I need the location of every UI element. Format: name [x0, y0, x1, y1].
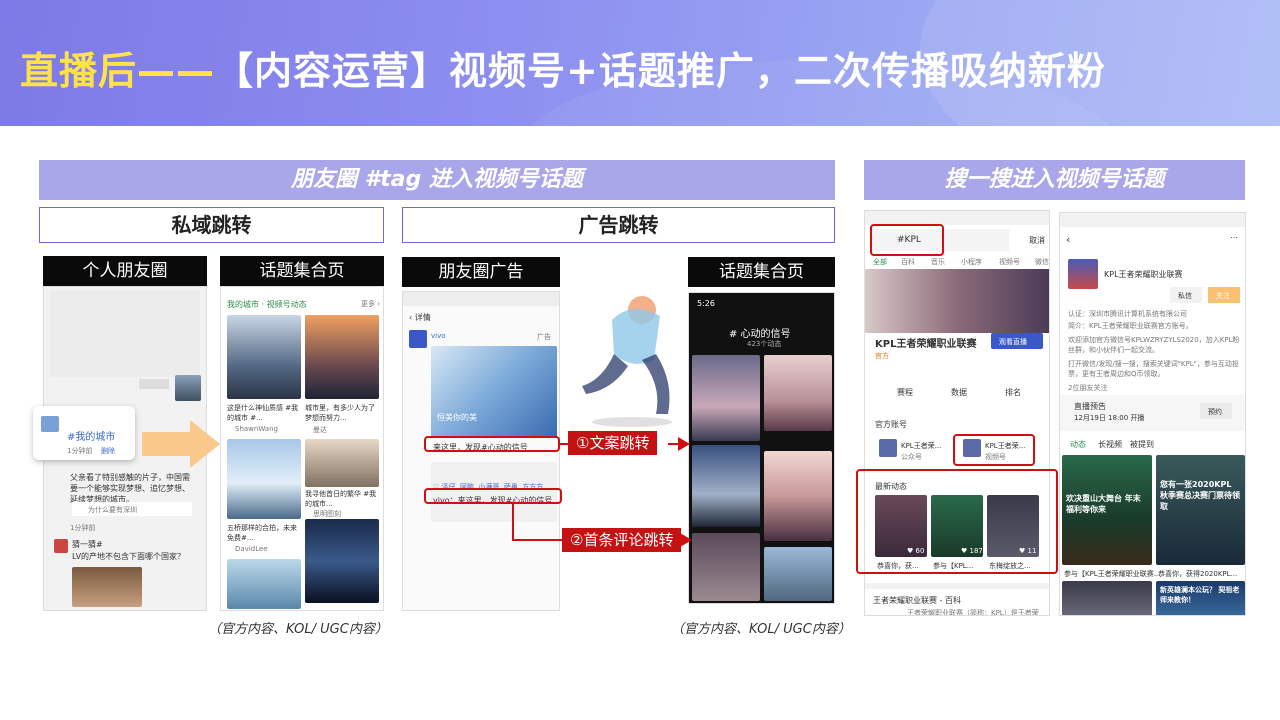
comment-jump-label: ②首条评论跳转 — [562, 528, 682, 552]
tab-miniprogram[interactable]: 小程序 — [961, 257, 982, 267]
reserve-button[interactable]: 预约 — [1200, 403, 1232, 419]
kpl-title: KPL王者荣耀职业联赛 — [875, 339, 977, 350]
arrow-right-icon — [142, 420, 220, 468]
kpl-banner-image[interactable] — [865, 269, 1049, 333]
avatar — [54, 539, 68, 553]
channels-account-highlight — [953, 434, 1035, 466]
caption-right: （官方内容、KOL/ UGC内容） — [671, 622, 851, 637]
tab-long-video[interactable]: 长视频 — [1098, 439, 1122, 450]
label-moments-ad: 朋友圈广告 — [402, 257, 560, 287]
video-thumb-3[interactable] — [227, 439, 301, 519]
brand-avatar — [409, 330, 427, 348]
video-thumb-e[interactable] — [692, 533, 760, 601]
topic-collection-screenshot-1: 我的城市 · 视频号动态 更多 › 这是什么神仙质感 #我的城市 #... 城市… — [220, 286, 384, 611]
caption-left: （官方内容、KOL/ UGC内容） — [208, 622, 388, 637]
topic-tag-link[interactable]: #我的城市 — [67, 428, 115, 443]
back-button[interactable]: ‹ — [1066, 233, 1070, 246]
video-thumb-4[interactable] — [305, 439, 379, 487]
video-thumb-c[interactable] — [692, 445, 760, 527]
tab-music[interactable]: 音乐 — [931, 257, 945, 267]
label-topic-collection-1: 话题集合页 — [220, 256, 384, 286]
video-thumb-1[interactable] — [227, 315, 301, 399]
search-highlight — [870, 224, 944, 256]
label-personal-moments: 个人朋友圈 — [43, 256, 207, 286]
kpl-logo-icon — [1068, 259, 1098, 289]
topic-collection-screenshot-2: 5:26 # 心动的信号 423个动态 — [688, 292, 835, 604]
message-button[interactable]: 私信 — [1170, 287, 1202, 303]
ad-jump-box: 广告跳转 — [402, 207, 835, 243]
moments-post-image — [72, 567, 142, 607]
title-highlight: 直播后—— — [20, 49, 216, 93]
copy-jump-label: ①文案跳转 — [568, 431, 658, 455]
tab-all[interactable]: 全部 — [873, 257, 887, 267]
search-section-bar: 搜一搜进入视频号话题 — [864, 160, 1245, 200]
moments-image-area — [50, 291, 200, 377]
post-thumb-3[interactable] — [1062, 581, 1152, 615]
arrow-right-icon — [680, 533, 692, 547]
tab-posts[interactable]: 动态 — [1070, 439, 1086, 450]
video-thumb-6[interactable] — [227, 559, 301, 609]
latest-videos-highlight — [856, 469, 1058, 574]
ranking-button[interactable]: 排名 — [1005, 387, 1021, 398]
video-thumb-2[interactable] — [305, 315, 379, 399]
video-thumb-a[interactable] — [692, 355, 760, 441]
moments-link-card[interactable]: 为什么要有深圳 — [72, 502, 192, 516]
moments-thumb — [175, 375, 201, 401]
video-thumb-5[interactable] — [305, 519, 379, 603]
wiki-result[interactable]: 王者荣耀职业联赛 - 百科 — [873, 595, 961, 606]
watch-live-button[interactable]: 观看直播 — [991, 333, 1043, 349]
tab-mentioned[interactable]: 被提到 — [1130, 439, 1154, 450]
tab-channels[interactable]: 视频号 — [999, 257, 1020, 267]
official-account-wechat[interactable]: KPL王者荣... — [901, 441, 941, 451]
tab-wiki[interactable]: 百科 — [901, 257, 915, 267]
private-jump-box: 私域跳转 — [39, 207, 384, 243]
moments-post-text: 父亲看了特别感触的片子，中国需要一个能够实现梦想、追忆梦想、延续梦想的城市。 — [70, 473, 190, 504]
more-icon[interactable]: ⋯ — [1230, 233, 1238, 242]
page-title: 直播后——【内容运营】视频号+话题推广，二次传播吸纳新粉 — [20, 40, 1106, 95]
arrow-right-icon — [678, 437, 690, 451]
video-thumb-f[interactable] — [764, 547, 832, 601]
kpl-channel-profile-screenshot: ‹ ⋯ KPL王者荣耀职业联赛 私信 关注 认证：深圳市腾讯计算机系统有限公司 … — [1059, 212, 1246, 616]
ad-copy-highlight — [424, 436, 560, 452]
channel-name: KPL王者荣耀职业联赛 — [1104, 270, 1183, 279]
label-topic-collection-2: 话题集合页 — [688, 257, 835, 287]
schedule-button[interactable]: 赛程 — [897, 387, 913, 398]
video-thumb-d[interactable] — [764, 451, 832, 541]
back-button[interactable]: ‹ 详情 — [409, 312, 431, 323]
moments-section-bar: 朋友圈 #tag 进入视频号话题 — [39, 160, 835, 200]
kpl-logo-icon — [879, 439, 897, 457]
cancel-button[interactable]: 取消 — [1029, 235, 1045, 246]
topic-header: 我的城市 · 视频号动态 — [227, 300, 307, 309]
first-comment-highlight — [424, 488, 562, 504]
data-button[interactable]: 数据 — [951, 387, 967, 398]
tab-wechat[interactable]: 微信 — [1035, 257, 1049, 267]
topic-title: # 心动的信号 — [729, 329, 791, 340]
video-thumb-b[interactable] — [764, 355, 832, 431]
ad-cover-image[interactable] — [431, 346, 557, 438]
topic-tag-card[interactable]: #我的城市 1分钟前 删除 — [33, 406, 135, 460]
title-rest: 【内容运营】视频号+话题推广，二次传播吸纳新粉 — [215, 49, 1106, 93]
running-figure-icon — [582, 296, 672, 427]
follow-button[interactable]: 关注 — [1208, 287, 1240, 303]
